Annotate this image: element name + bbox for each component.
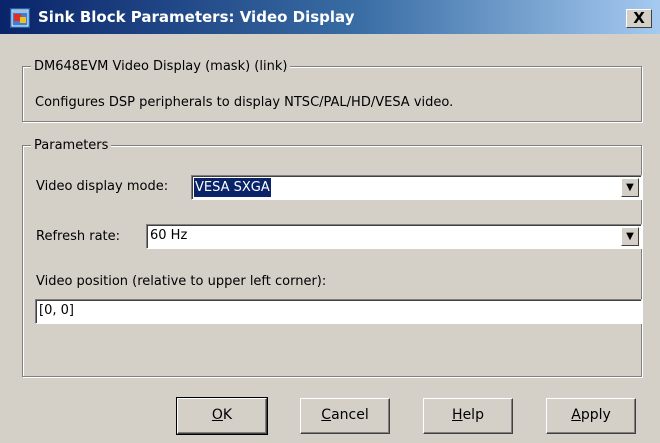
- ok-button[interactable]: OK: [176, 397, 268, 435]
- ok-button-label: K: [222, 407, 233, 423]
- apply-button[interactable]: Apply: [546, 398, 636, 434]
- apply-button-mnemonic: A: [571, 407, 581, 423]
- chevron-down-icon: ▼: [626, 182, 634, 193]
- video-display-mode-select[interactable]: VESA SXGA ▼: [191, 175, 642, 200]
- chevron-down-icon: ▼: [626, 231, 634, 242]
- video-display-mode-dropdown-button[interactable]: ▼: [621, 178, 639, 197]
- video-position-input[interactable]: [0, 0]: [35, 299, 642, 324]
- cancel-button-label: ancel: [331, 407, 369, 423]
- window-title: Sink Block Parameters: Video Display: [38, 8, 355, 26]
- title-bar[interactable]: Sink Block Parameters: Video Display X: [0, 0, 660, 34]
- close-button[interactable]: X: [626, 9, 652, 28]
- refresh-rate-label: Refresh rate:: [36, 229, 121, 244]
- video-display-mode-value: VESA SXGA: [194, 178, 271, 197]
- description-group-legend: DM648EVM Video Display (mask) (link): [31, 58, 291, 75]
- ok-button-mnemonic: O: [211, 407, 223, 423]
- help-button-label: elp: [462, 407, 484, 423]
- cancel-button-mnemonic: C: [321, 407, 332, 423]
- parameters-group-legend: Parameters: [31, 137, 112, 154]
- cancel-button[interactable]: Cancel: [300, 398, 390, 434]
- video-display-mode-label: Video display mode:: [36, 179, 169, 194]
- refresh-rate-select[interactable]: 60 Hz ▼: [146, 224, 642, 249]
- refresh-rate-dropdown-button[interactable]: ▼: [621, 227, 639, 246]
- close-icon: X: [633, 9, 645, 27]
- block-description: Configures DSP peripherals to display NT…: [35, 95, 454, 110]
- video-position-label: Video position (relative to upper left c…: [36, 274, 327, 289]
- simulink-block-icon: [10, 8, 30, 28]
- apply-button-label: pply: [580, 407, 611, 423]
- help-button[interactable]: Help: [423, 398, 513, 434]
- help-button-mnemonic: H: [452, 407, 463, 423]
- refresh-rate-value: 60 Hz: [150, 228, 188, 243]
- video-position-value: [0, 0]: [39, 303, 74, 318]
